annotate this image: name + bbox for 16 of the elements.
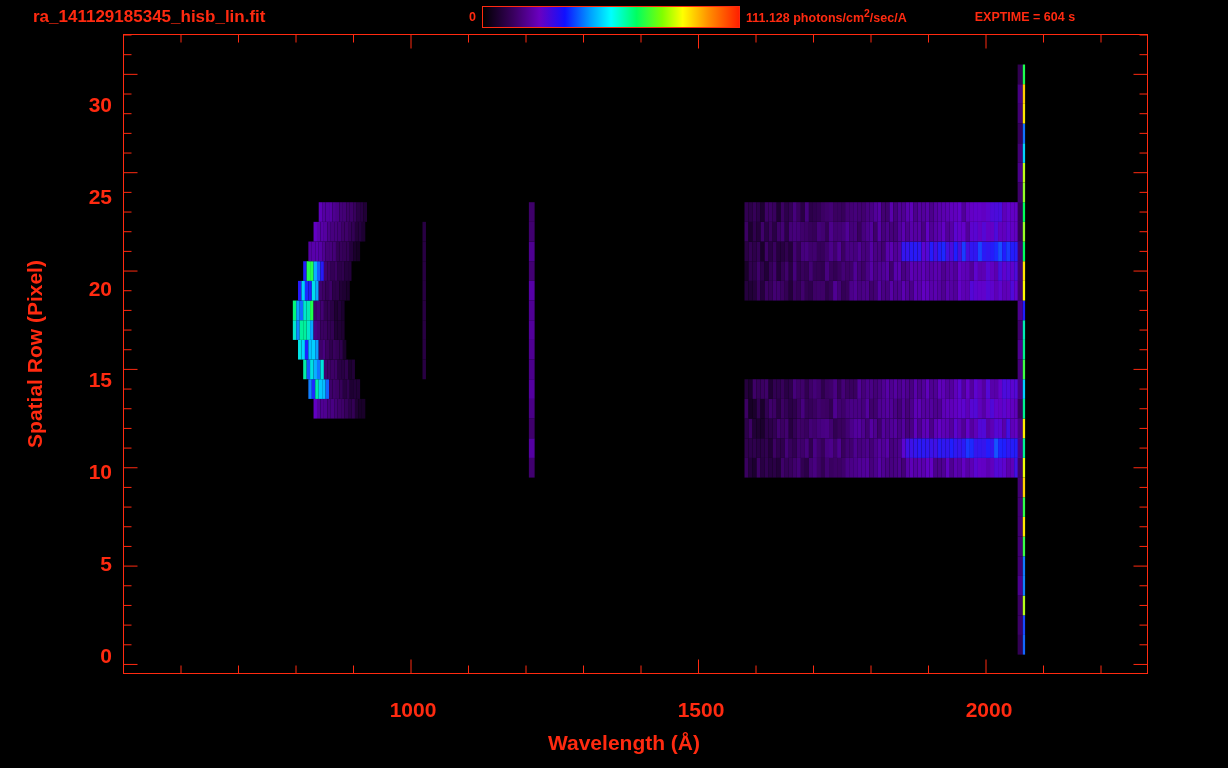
- y-tick-label: 30: [87, 94, 112, 116]
- x-tick-label: 1000: [388, 698, 438, 722]
- x-tick-label: 2000: [964, 698, 1014, 722]
- x-axis-title: Wavelength (Å): [547, 732, 701, 754]
- colorbar-min-label: 0: [469, 10, 476, 24]
- y-tick-label: 5: [99, 553, 112, 576]
- y-tick-label: 0: [99, 644, 112, 667]
- y-axis-title: Spatial Row (Pixel): [23, 259, 47, 448]
- colorbar-max-label: 111.128 photons/cm$^{2}$/sec/A: [745, 8, 907, 26]
- file-name: ra_141129185345_hisb_lin.fit: [33, 7, 267, 27]
- y-tick-label: 25: [87, 185, 112, 208]
- x-tick-label: 1500: [676, 698, 726, 722]
- y-tick-label: 10: [87, 461, 112, 484]
- y-tick-label: 20: [87, 277, 112, 300]
- exposure-time: EXPTIME = 604 s: [974, 10, 1076, 24]
- y-tick-label: 15: [87, 369, 112, 392]
